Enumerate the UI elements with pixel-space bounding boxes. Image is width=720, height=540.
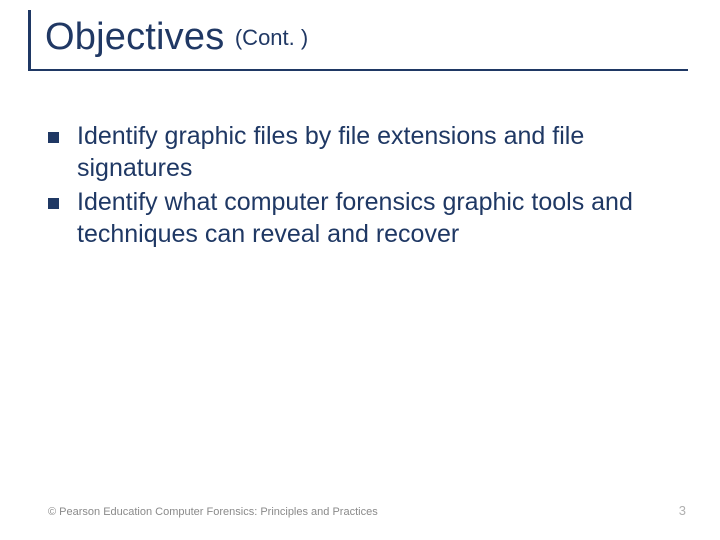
slide-title: Objectives — [45, 16, 224, 58]
body-content: Identify graphic files by file extension… — [48, 120, 678, 252]
slide: Objectives (Cont. ) Identify graphic fil… — [0, 0, 720, 540]
square-bullet-icon — [48, 198, 59, 209]
bullet-text: Identify what computer forensics graphic… — [77, 186, 678, 250]
footer-copyright: © Pearson Education Computer Forensics: … — [48, 506, 378, 518]
list-item: Identify what computer forensics graphic… — [48, 186, 678, 250]
bullet-text: Identify graphic files by file extension… — [77, 120, 678, 184]
list-item: Identify graphic files by file extension… — [48, 120, 678, 184]
title-block: Objectives (Cont. ) — [28, 10, 688, 71]
square-bullet-icon — [48, 132, 59, 143]
slide-title-suffix: (Cont. ) — [235, 25, 308, 50]
page-number: 3 — [679, 503, 686, 518]
